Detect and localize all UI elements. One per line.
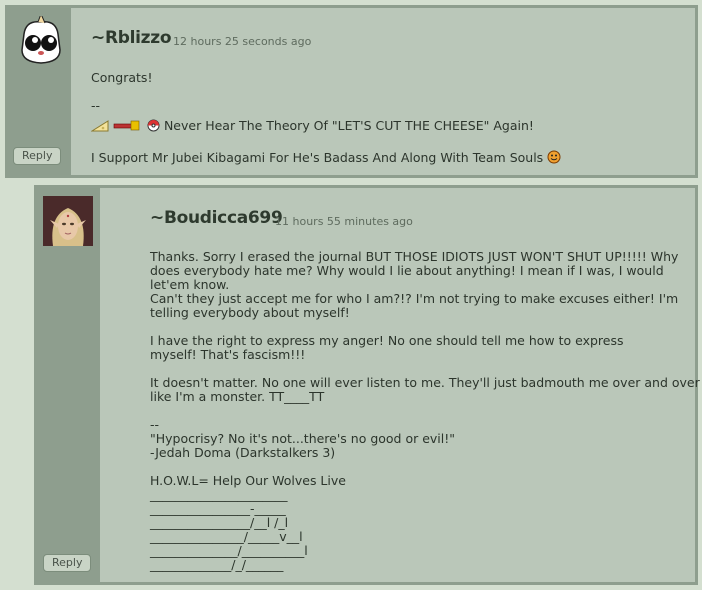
signature-separator: -- <box>91 98 101 113</box>
comment-body: ~Rblizzo 12 hours 25 seconds ago Congrat… <box>71 8 695 175</box>
cheese-icon <box>90 119 109 135</box>
reply-button[interactable]: Reply <box>13 147 62 165</box>
pokeball-icon <box>147 119 160 135</box>
comment-timestamp[interactable]: 12 hours 25 seconds ago <box>173 35 311 48</box>
chainsaw-icon <box>113 119 143 135</box>
avatar[interactable] <box>43 196 93 246</box>
signature-text: Never Hear The Theory Of "LET'S CUT THE … <box>163 118 534 133</box>
comment-username[interactable]: ~Rblizzo <box>91 28 172 48</box>
comment-username[interactable]: ~Boudicca699 <box>150 208 283 228</box>
grin-emoticon-icon <box>547 150 561 167</box>
comment-card: Reply ~Rblizzo 12 hours 25 seconds ago C… <box>5 5 698 178</box>
comment-gutter: Reply <box>6 6 70 177</box>
comment-text: Thanks. Sorry I erased the journal BUT T… <box>150 249 700 572</box>
reply-button[interactable]: Reply <box>43 554 92 572</box>
signature-line: Never Hear The Theory Of "LET'S CUT THE … <box>90 118 534 135</box>
comment-gutter: Reply <box>35 186 99 584</box>
comment-message: Congrats! <box>91 70 153 85</box>
comment-card: Reply ~Boudicca699 11 hours 55 minutes a… <box>34 185 700 585</box>
comment-timestamp[interactable]: 11 hours 55 minutes ago <box>275 215 413 228</box>
signature-text: I Support Mr Jubei Kibagami For He's Bad… <box>91 150 544 165</box>
comment-body: ~Boudicca699 11 hours 55 minutes ago Tha… <box>100 188 700 582</box>
avatar[interactable] <box>16 12 66 66</box>
signature-line: I Support Mr Jubei Kibagami For He's Bad… <box>91 150 561 167</box>
